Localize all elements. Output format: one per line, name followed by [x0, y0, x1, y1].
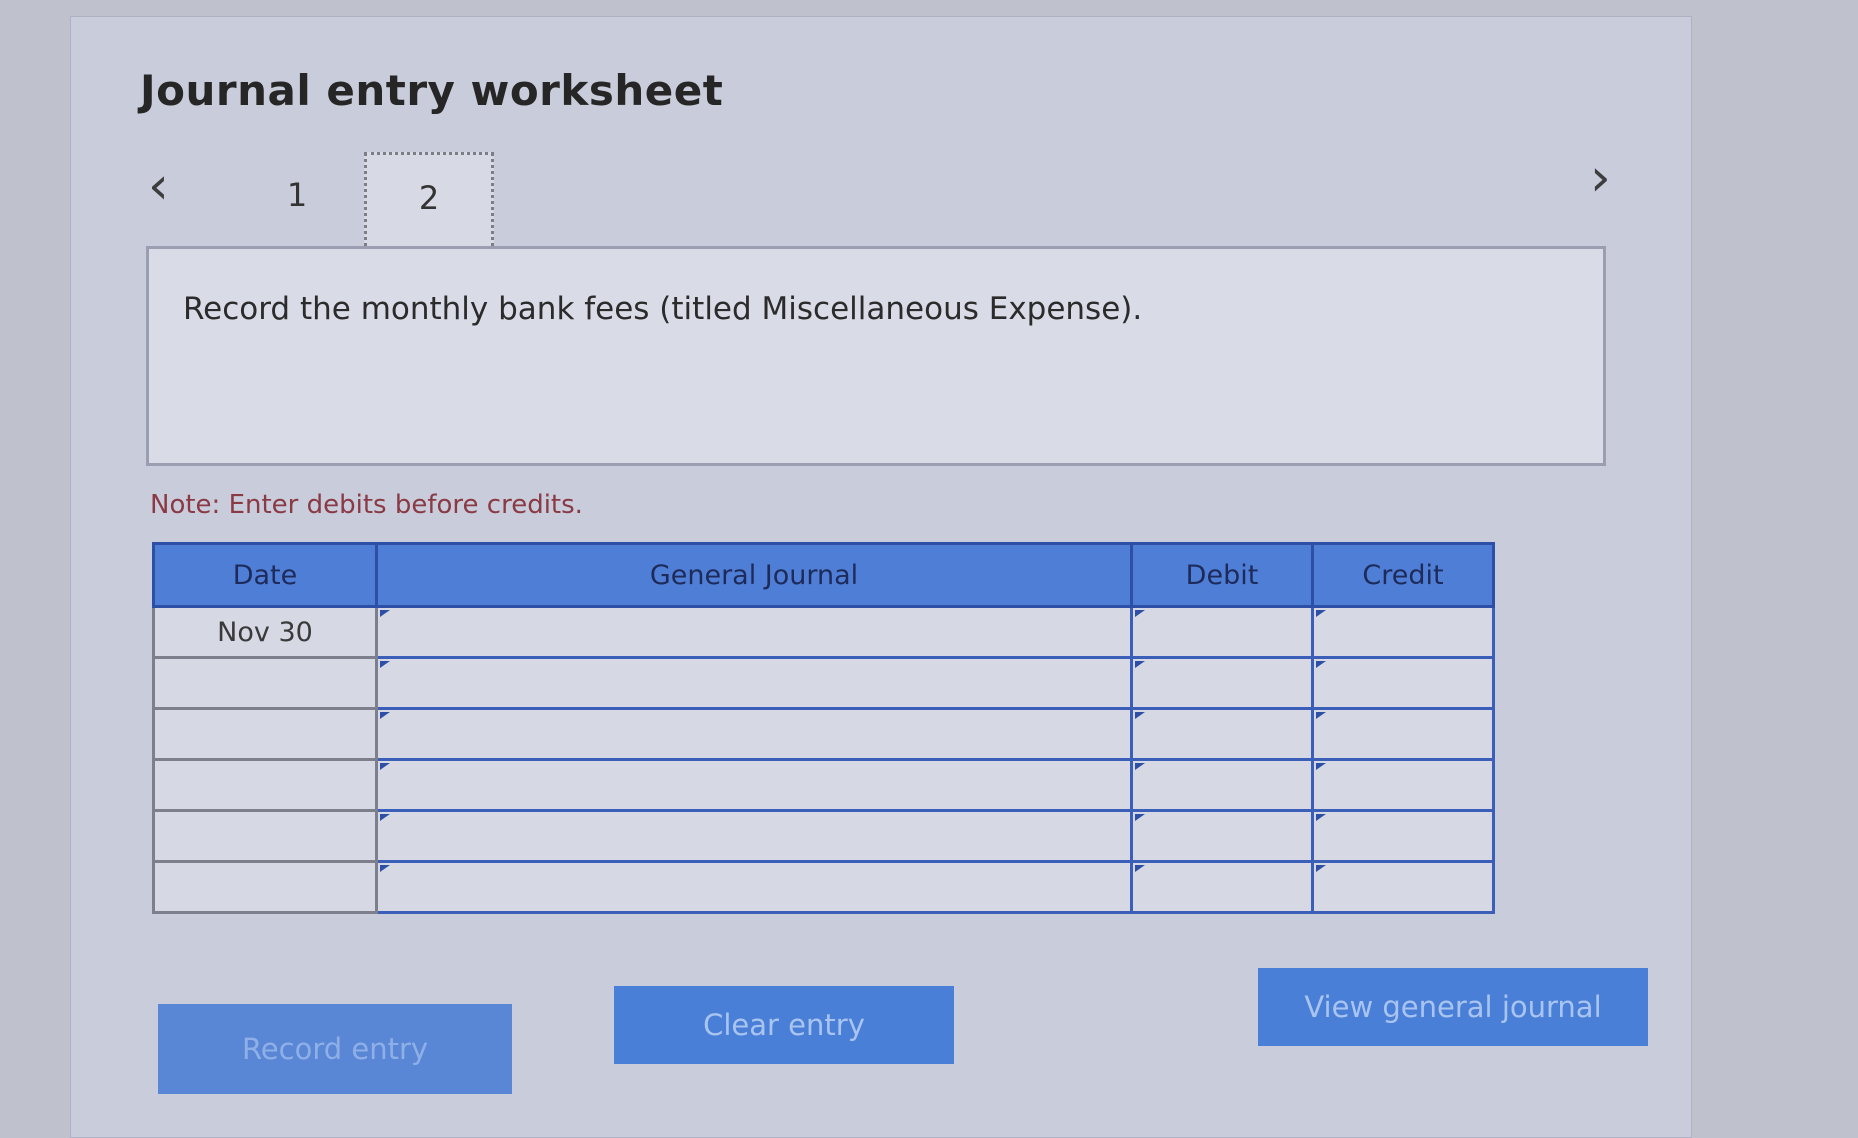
header-date: Date — [152, 542, 378, 608]
instruction-text: Record the monthly bank fees (titled Mis… — [183, 291, 1143, 327]
dropdown-flag-icon — [1135, 661, 1145, 668]
date-cell — [152, 707, 378, 761]
credit-cell[interactable] — [1311, 605, 1495, 659]
journal-account-cell[interactable] — [375, 860, 1133, 914]
previous-arrow-icon[interactable]: ‹ — [148, 160, 169, 212]
credit-cell[interactable] — [1311, 758, 1495, 812]
dropdown-flag-icon — [380, 763, 390, 770]
journal-account-cell[interactable] — [375, 656, 1133, 710]
credit-cell[interactable] — [1311, 707, 1495, 761]
journal-table: Date General Journal Debit Credit Nov 30 — [152, 542, 1495, 914]
credit-cell[interactable] — [1311, 809, 1495, 863]
journal-account-cell[interactable] — [375, 758, 1133, 812]
debit-cell[interactable] — [1130, 656, 1314, 710]
tab-step-2[interactable]: 2 — [364, 152, 494, 254]
date-cell — [152, 656, 378, 710]
dropdown-flag-icon — [380, 712, 390, 719]
dropdown-flag-icon — [380, 610, 390, 617]
record-entry-button[interactable]: Record entry — [158, 1004, 512, 1094]
dropdown-flag-icon — [1316, 763, 1326, 770]
dropdown-flag-icon — [380, 865, 390, 872]
date-cell: Nov 30 — [152, 605, 378, 659]
journal-account-cell[interactable] — [375, 809, 1133, 863]
table-row — [152, 809, 1495, 863]
worksheet-title: Journal entry worksheet — [140, 66, 724, 115]
table-row — [152, 758, 1495, 812]
header-debit: Debit — [1130, 542, 1314, 608]
table-header-row: Date General Journal Debit Credit — [152, 542, 1495, 608]
credit-cell[interactable] — [1311, 860, 1495, 914]
dropdown-flag-icon — [1316, 814, 1326, 821]
table-row: Nov 30 — [152, 605, 1495, 659]
dropdown-flag-icon — [380, 661, 390, 668]
journal-account-cell[interactable] — [375, 605, 1133, 659]
instruction-box: Record the monthly bank fees (titled Mis… — [146, 246, 1606, 466]
dropdown-flag-icon — [1316, 712, 1326, 719]
date-cell — [152, 860, 378, 914]
date-cell — [152, 758, 378, 812]
clear-entry-button[interactable]: Clear entry — [614, 986, 954, 1064]
dropdown-flag-icon — [1135, 712, 1145, 719]
credit-cell[interactable] — [1311, 656, 1495, 710]
table-row — [152, 860, 1495, 914]
dropdown-flag-icon — [1316, 865, 1326, 872]
table-row — [152, 707, 1495, 761]
header-credit: Credit — [1311, 542, 1495, 608]
dropdown-flag-icon — [1135, 610, 1145, 617]
debit-cell[interactable] — [1130, 605, 1314, 659]
table-row — [152, 656, 1495, 710]
debit-cell[interactable] — [1130, 707, 1314, 761]
view-general-journal-button[interactable]: View general journal — [1258, 968, 1648, 1046]
dropdown-flag-icon — [1316, 661, 1326, 668]
note-text: Note: Enter debits before credits. — [150, 490, 583, 520]
dropdown-flag-icon — [380, 814, 390, 821]
debit-cell[interactable] — [1130, 758, 1314, 812]
debit-cell[interactable] — [1130, 809, 1314, 863]
tab-step-1[interactable]: 1 — [272, 176, 322, 214]
dropdown-flag-icon — [1135, 865, 1145, 872]
dropdown-flag-icon — [1135, 814, 1145, 821]
journal-account-cell[interactable] — [375, 707, 1133, 761]
date-cell — [152, 809, 378, 863]
next-arrow-icon[interactable]: › — [1590, 152, 1611, 204]
dropdown-flag-icon — [1135, 763, 1145, 770]
debit-cell[interactable] — [1130, 860, 1314, 914]
header-general-journal: General Journal — [375, 542, 1133, 608]
dropdown-flag-icon — [1316, 610, 1326, 617]
